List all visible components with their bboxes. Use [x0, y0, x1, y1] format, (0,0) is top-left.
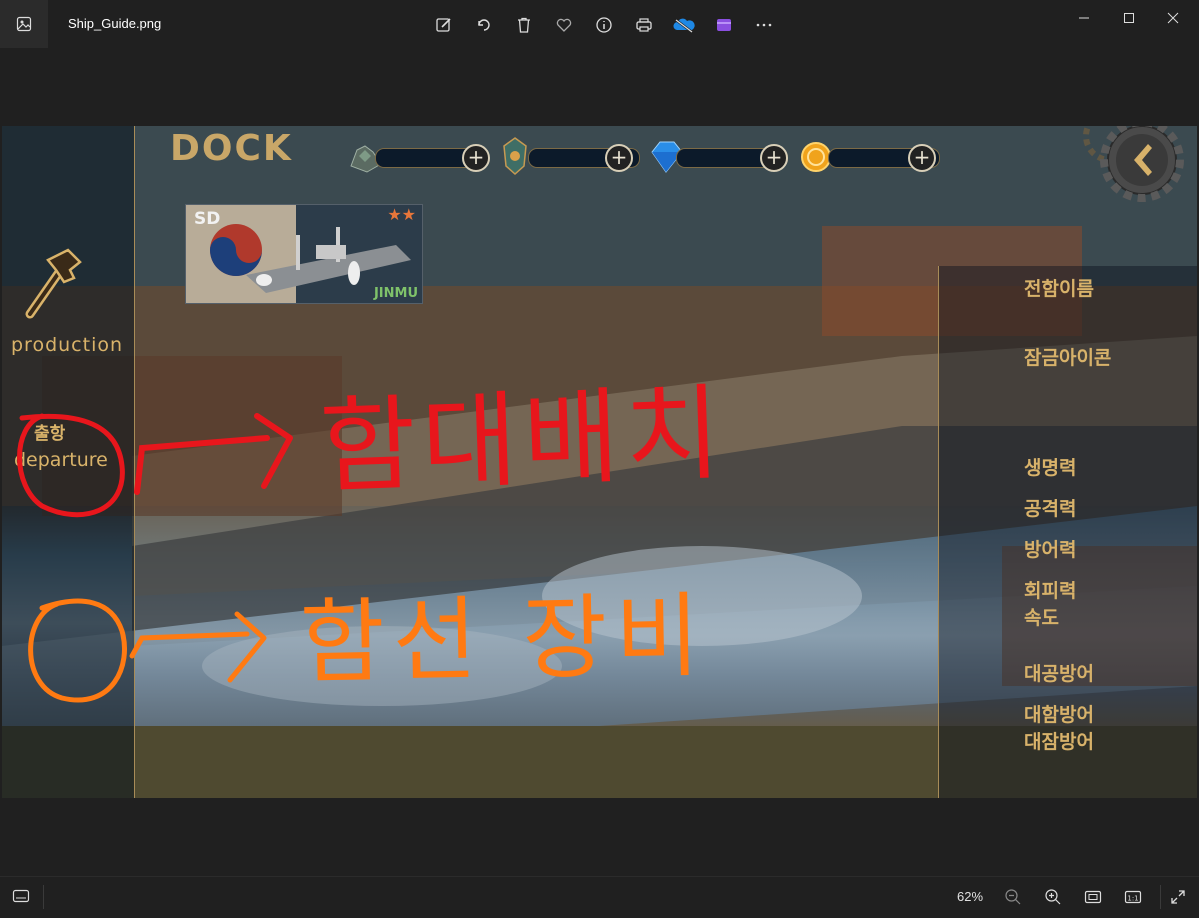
zoom-level: 62% — [957, 889, 984, 904]
fit-to-window-icon[interactable] — [1084, 888, 1102, 910]
photos-app-icon[interactable] — [0, 0, 48, 48]
rotate-icon[interactable] — [464, 10, 504, 40]
red-arrow-head — [254, 413, 293, 489]
clipchamp-icon[interactable] — [704, 10, 744, 40]
zoom-in-icon[interactable] — [1044, 888, 1062, 910]
status-divider — [43, 885, 44, 909]
favorite-icon[interactable] — [544, 10, 584, 40]
toolbar — [424, 10, 784, 40]
edit-icon[interactable] — [424, 10, 464, 40]
onedrive-icon[interactable] — [664, 10, 704, 40]
game-screenshot: DOCK + + + + SD ★★ JINMU production 출항 d… — [2, 126, 1197, 798]
file-name: Ship_Guide.png — [68, 16, 162, 31]
more-icon[interactable] — [744, 10, 784, 40]
print-icon[interactable] — [624, 10, 664, 40]
fullscreen-icon[interactable] — [1169, 888, 1187, 910]
minimize-button[interactable] — [1061, 0, 1107, 36]
close-button[interactable] — [1150, 0, 1196, 36]
red-circle — [17, 413, 125, 518]
orange-circle — [28, 598, 127, 703]
svg-text:1:1: 1:1 — [1127, 895, 1138, 903]
filmstrip-icon[interactable] — [12, 888, 30, 908]
orange-arrow-head — [227, 611, 267, 683]
red-arrow-shaft — [134, 435, 270, 495]
red-annotation-text: 함대배치 — [317, 371, 729, 509]
maximize-button[interactable] — [1106, 0, 1152, 36]
status-divider-right — [1160, 885, 1161, 909]
orange-arrow-shaft — [129, 631, 250, 659]
status-bar: 62% 1:1 — [0, 876, 1199, 918]
orange-annotation-text: 함선 장비 — [299, 582, 709, 697]
info-icon[interactable] — [584, 10, 624, 40]
zoom-out-icon[interactable] — [1004, 888, 1022, 910]
title-bar: Ship_Guide.png — [0, 0, 1199, 48]
actual-size-icon[interactable]: 1:1 — [1124, 888, 1142, 910]
delete-icon[interactable] — [504, 10, 544, 40]
